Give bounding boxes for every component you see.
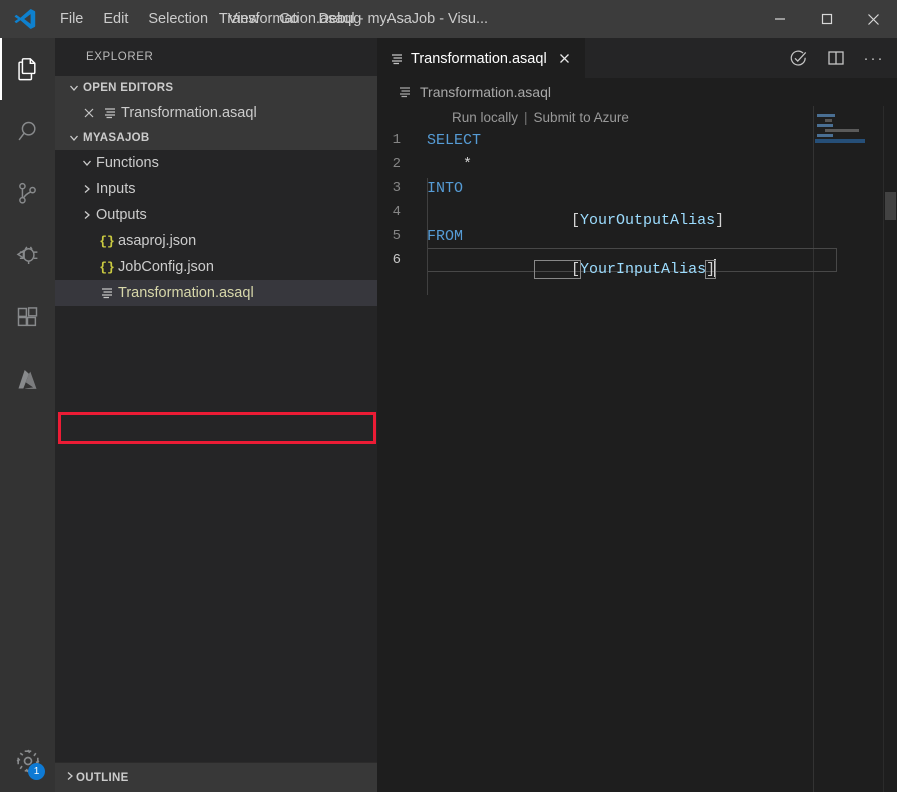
tree-item-label: JobConfig.json [118, 259, 214, 275]
project-tree: Functions Inputs Outputs {} asaproj.json [55, 150, 377, 306]
tree-item-label: Outputs [96, 207, 147, 223]
manage-badge: 1 [28, 763, 45, 780]
chevron-down-icon [64, 82, 83, 94]
tree-item-jobconfig-json[interactable]: {} JobConfig.json [55, 254, 377, 280]
code-token-keyword: SELECT [427, 132, 481, 149]
chevron-right-icon[interactable] [77, 209, 96, 221]
menu-edit[interactable]: Edit [94, 7, 137, 31]
code-token-bracket: ] [715, 212, 724, 229]
section-project-label: MYASAJOB [83, 132, 150, 144]
section-open-editors[interactable]: OPEN EDITORS [55, 76, 377, 100]
minimize-icon[interactable] [756, 0, 803, 38]
tree-item-asaproj-json[interactable]: {} asaproj.json [55, 228, 377, 254]
activitybar-debug[interactable] [0, 224, 55, 286]
activitybar-explorer[interactable] [0, 38, 55, 100]
code-line[interactable]: 1 SELECT [377, 128, 897, 152]
menu-selection[interactable]: Selection [139, 7, 217, 31]
open-editor-item[interactable]: Transformation.asaql [55, 100, 377, 126]
code-token-bracket-match: [ [535, 261, 580, 278]
line-number: 5 [377, 228, 427, 244]
code-token-star: * [427, 156, 472, 173]
section-outline[interactable]: OUTLINE [55, 762, 377, 792]
tree-item-transformation-asaql[interactable]: Transformation.asaql [55, 280, 377, 306]
activitybar-manage[interactable]: 1 [0, 730, 55, 792]
codelens-run-locally[interactable]: Run locally [452, 110, 518, 125]
editor-tabs: Transformation.asaql ··· [377, 38, 897, 78]
asaql-file-icon [99, 106, 121, 120]
line-number: 3 [377, 180, 427, 196]
breadcrumb-label: Transformation.asaql [420, 84, 551, 100]
chevron-right-icon[interactable] [77, 183, 96, 195]
split-editor-icon[interactable] [825, 47, 847, 69]
tree-item-functions[interactable]: Functions [55, 150, 377, 176]
menu-more-icon[interactable]: ··· [375, 11, 418, 28]
json-file-icon: {} [96, 260, 118, 275]
line-number: 1 [377, 132, 427, 148]
ellipsis-icon[interactable]: ··· [863, 47, 885, 69]
maximize-icon[interactable] [803, 0, 850, 38]
line-number: 6 [377, 252, 427, 268]
open-editor-label: Transformation.asaql [121, 105, 257, 121]
text-cursor [714, 259, 716, 277]
close-icon[interactable] [79, 107, 99, 119]
tree-item-outputs[interactable]: Outputs [55, 202, 377, 228]
section-outline-label: OUTLINE [76, 772, 129, 784]
chevron-down-icon [64, 132, 83, 144]
menu-bar: File Edit Selection View Go Debug ··· [50, 0, 418, 38]
check-circle-icon[interactable] [787, 47, 809, 69]
code-line[interactable]: 4 [YourOutputAlias] [377, 200, 897, 224]
activitybar-source-control[interactable] [0, 162, 55, 224]
codelens-separator: | [524, 110, 528, 125]
codelens-submit-to-azure[interactable]: Submit to Azure [534, 110, 629, 125]
close-icon[interactable] [555, 49, 575, 69]
asaql-file-icon [389, 52, 405, 66]
tab-label: Transformation.asaql [411, 51, 547, 67]
activitybar-search[interactable] [0, 100, 55, 162]
editor-group: Transformation.asaql ··· [377, 38, 897, 792]
activitybar-azure[interactable] [0, 348, 55, 410]
breadcrumb[interactable]: Transformation.asaql [377, 78, 897, 106]
chevron-down-icon[interactable] [77, 157, 96, 169]
tree-item-label: Functions [96, 155, 159, 171]
line-number: 4 [377, 204, 427, 220]
close-icon[interactable] [850, 0, 897, 38]
indent-guide [427, 225, 428, 295]
activitybar-extensions[interactable] [0, 286, 55, 348]
sidebar-explorer: EXPLORER OPEN EDITORS Transformation.asa… [55, 38, 377, 792]
code-lines[interactable]: 1 SELECT 2 * 3 INTO 4 [YourOutputAlias] [377, 128, 897, 272]
code-editor[interactable]: Run locally | Submit to Azure 1 SELECT 2… [377, 106, 897, 792]
menu-view[interactable]: View [219, 7, 268, 31]
code-token-identifier: YourInputAlias [580, 261, 706, 278]
menu-debug[interactable]: Debug [310, 7, 371, 31]
tree-item-label: asaproj.json [118, 233, 196, 249]
tree-item-label: Transformation.asaql [118, 285, 254, 301]
editor-actions: ··· [787, 38, 897, 78]
window-controls [756, 0, 897, 38]
code-line-active[interactable]: 6 [YourInputAlias] [377, 248, 897, 272]
code-line[interactable]: 2 * [377, 152, 897, 176]
open-editors-list: Transformation.asaql [55, 100, 377, 126]
asaql-file-icon [96, 286, 118, 300]
line-number: 2 [377, 156, 427, 172]
json-file-icon: {} [96, 234, 118, 249]
section-open-editors-label: OPEN EDITORS [83, 82, 173, 94]
activity-bar: 1 [0, 38, 55, 792]
title-bar: File Edit Selection View Go Debug ··· Tr… [0, 0, 897, 38]
vscode-logo-icon [0, 0, 50, 38]
vscode-window: File Edit Selection View Go Debug ··· Tr… [0, 0, 897, 792]
tree-item-inputs[interactable]: Inputs [55, 176, 377, 202]
tree-item-label: Inputs [96, 181, 136, 197]
menu-file[interactable]: File [51, 7, 92, 31]
code-text: [YourInputAlias] [427, 225, 716, 295]
annotation-highlight-box [58, 412, 376, 444]
section-project[interactable]: MYASAJOB [55, 126, 377, 150]
chevron-right-icon [64, 770, 76, 785]
tab-transformation-asaql[interactable]: Transformation.asaql [377, 38, 585, 78]
menu-go[interactable]: Go [270, 7, 307, 31]
sidebar-title: EXPLORER [55, 38, 377, 76]
asaql-file-icon [397, 85, 413, 99]
